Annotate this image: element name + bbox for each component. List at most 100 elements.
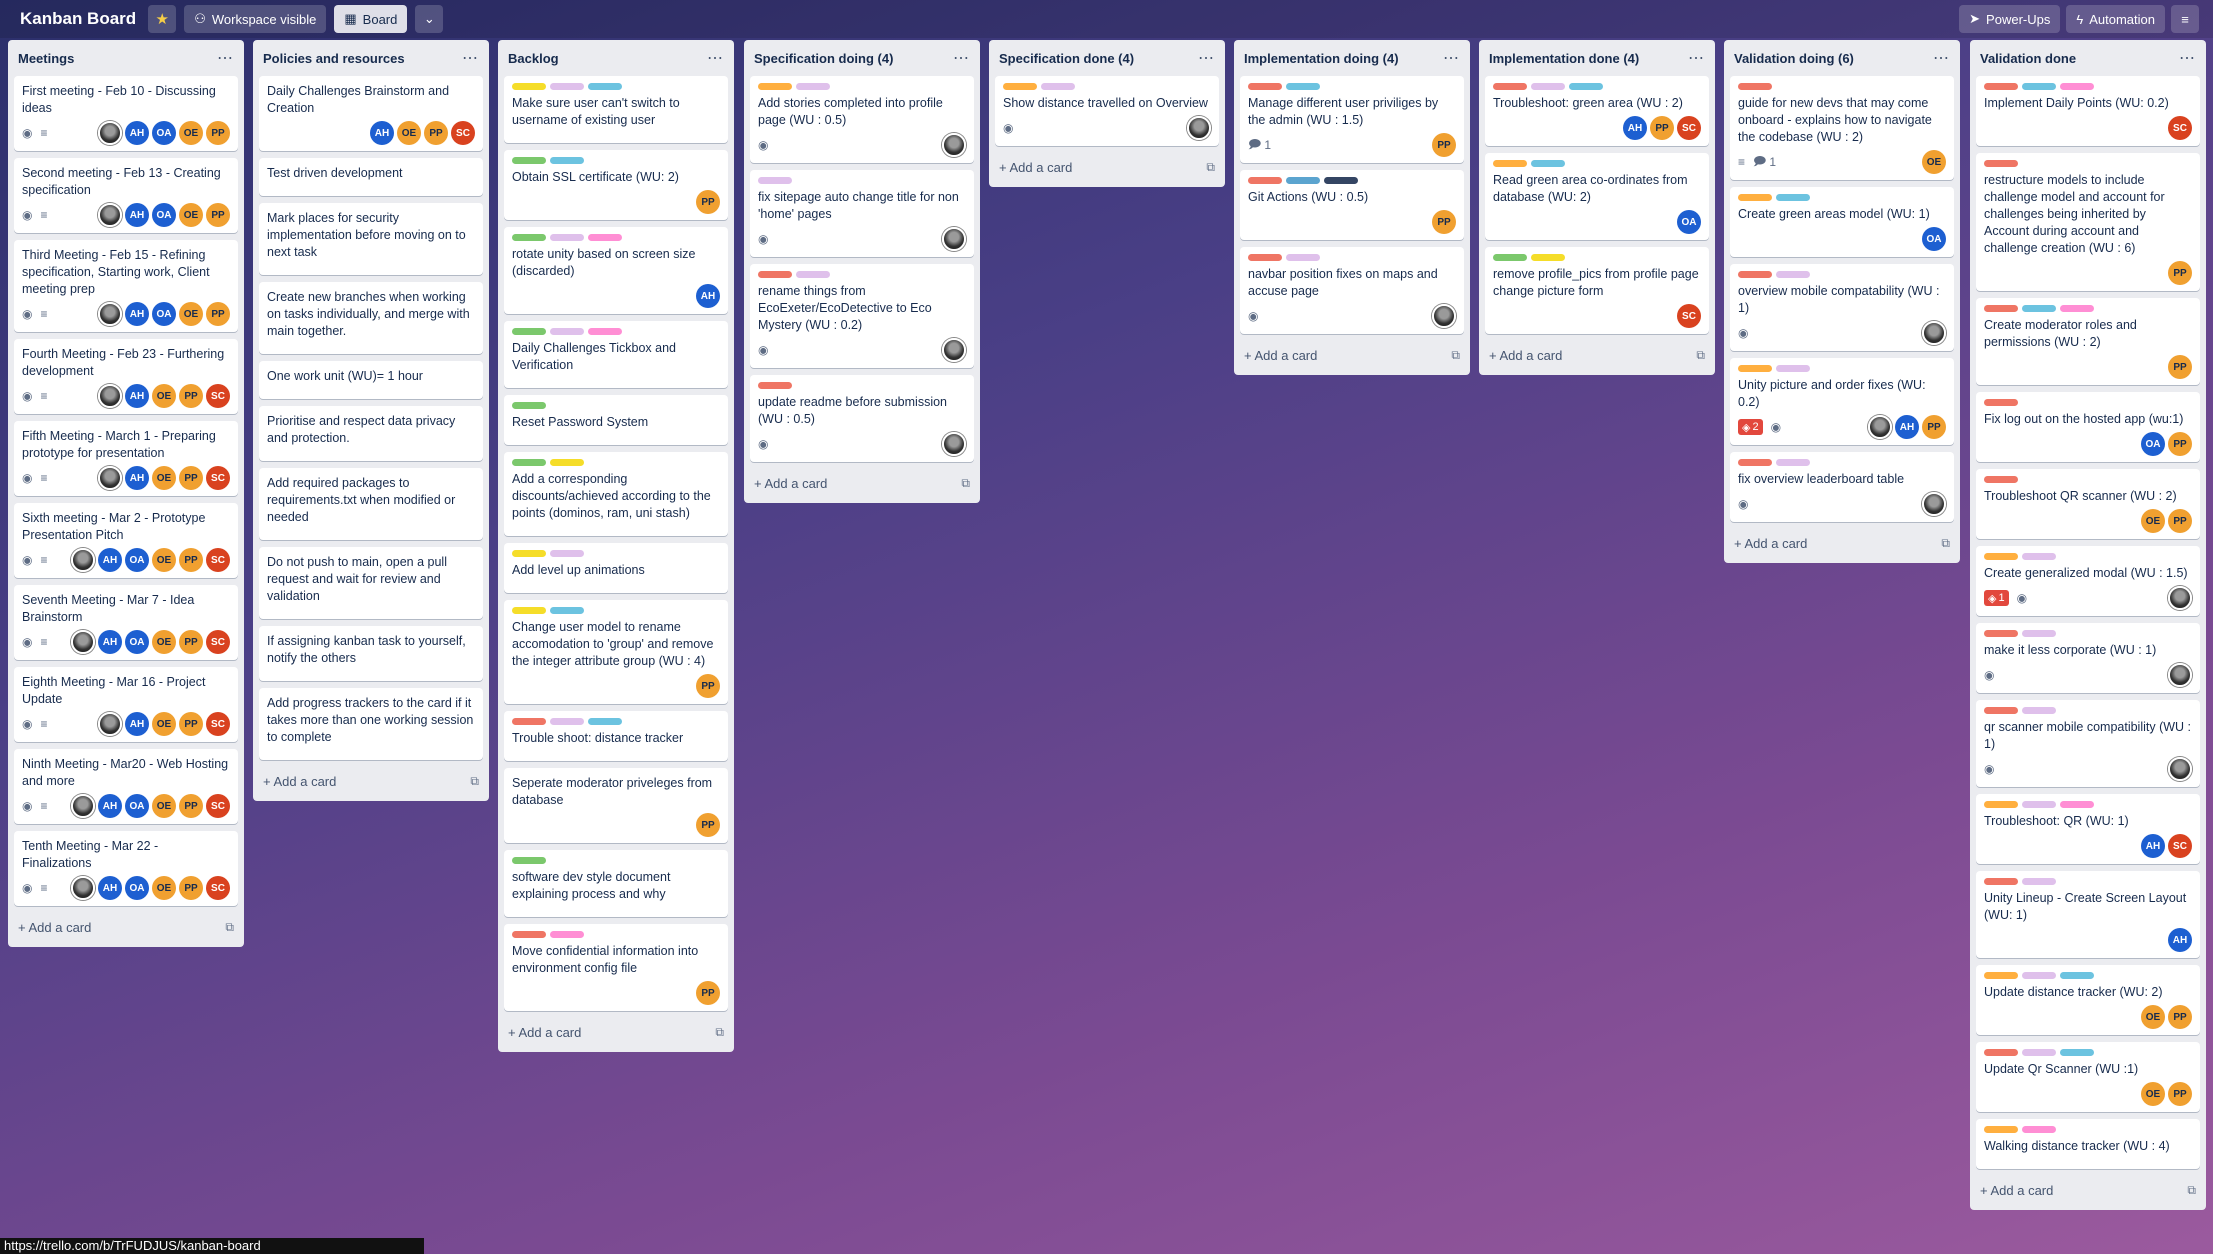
label-red[interactable] <box>1984 160 2018 167</box>
label-red[interactable] <box>1984 630 2018 637</box>
more-icon[interactable]: ⋯ <box>2179 48 2196 68</box>
member-avatar-ah[interactable]: AH <box>125 712 149 736</box>
kanban-card[interactable]: Create green areas model (WU: 1) OA <box>1730 187 1954 257</box>
label-orange[interactable] <box>1003 83 1037 90</box>
label-yellow[interactable] <box>512 550 546 557</box>
label-orange[interactable] <box>1984 801 2018 808</box>
kanban-card[interactable]: Sixth meeting - Mar 2 - Prototype Presen… <box>14 503 238 578</box>
kanban-card[interactable]: Update distance tracker (WU: 2) OE PP <box>1976 965 2200 1035</box>
label-sky[interactable] <box>2022 305 2056 312</box>
label-sky[interactable] <box>1286 83 1320 90</box>
label-red[interactable] <box>512 718 546 725</box>
member-avatar-oa[interactable]: OA <box>1922 227 1946 251</box>
member-avatar-photo[interactable] <box>71 548 95 572</box>
visibility-button[interactable]: ⚇ Workspace visible <box>184 5 327 33</box>
member-avatar-ah[interactable]: AH <box>2168 928 2192 952</box>
member-avatar-pp[interactable]: PP <box>2168 1005 2192 1029</box>
kanban-card[interactable]: Daily Challenges Brainstorm and Creation… <box>259 76 483 151</box>
kanban-card[interactable]: restructure models to include challenge … <box>1976 153 2200 291</box>
member-avatar-photo[interactable] <box>71 630 95 654</box>
member-avatar-ah[interactable]: AH <box>2141 834 2165 858</box>
label-red[interactable] <box>1984 1049 2018 1056</box>
member-avatar-pp[interactable]: PP <box>696 813 720 837</box>
member-avatar-pp[interactable]: PP <box>1922 415 1946 439</box>
member-avatar-oa[interactable]: OA <box>152 203 176 227</box>
template-icon[interactable]: ⧉ <box>1941 536 1950 551</box>
kanban-card[interactable]: Reset Password System <box>504 395 728 445</box>
more-icon[interactable]: ⋯ <box>217 48 234 68</box>
label-black[interactable] <box>1324 177 1358 184</box>
label-sky[interactable] <box>588 718 622 725</box>
label-red[interactable] <box>1738 459 1772 466</box>
list-title[interactable]: Meetings <box>18 51 74 66</box>
member-avatar-pp[interactable]: PP <box>1432 210 1456 234</box>
label-red[interactable] <box>1248 83 1282 90</box>
template-icon[interactable]: ⧉ <box>1696 348 1705 363</box>
member-avatar-oe[interactable]: OE <box>152 712 176 736</box>
label-purple[interactable] <box>1776 365 1810 372</box>
label-green[interactable] <box>512 459 546 466</box>
add-card-button[interactable]: + Add a card ⧉ <box>989 153 1225 181</box>
add-card-button[interactable]: + Add a card ⧉ <box>1724 529 1960 557</box>
kanban-card[interactable]: Mark places for security implementation … <box>259 203 483 275</box>
member-avatar-oe[interactable]: OE <box>1922 150 1946 174</box>
template-icon[interactable]: ⧉ <box>1206 160 1215 175</box>
more-icon[interactable]: ⋯ <box>1933 48 1950 68</box>
kanban-card[interactable]: Add progress trackers to the card if it … <box>259 688 483 760</box>
member-avatar-sc[interactable]: SC <box>206 548 230 572</box>
kanban-card[interactable]: Fourth Meeting - Feb 23 - Furthering dev… <box>14 339 238 414</box>
member-avatar-pp[interactable]: PP <box>2168 1082 2192 1106</box>
label-red[interactable] <box>1984 83 2018 90</box>
label-pink[interactable] <box>588 328 622 335</box>
label-orange[interactable] <box>1984 1126 2018 1133</box>
member-avatar-pp[interactable]: PP <box>2168 261 2192 285</box>
label-purple[interactable] <box>550 550 584 557</box>
kanban-card[interactable]: navbar position fixes on maps and accuse… <box>1240 247 1464 334</box>
member-avatar-photo[interactable] <box>71 794 95 818</box>
kanban-card[interactable]: Daily Challenges Tickbox and Verificatio… <box>504 321 728 388</box>
member-avatar-oe[interactable]: OE <box>397 121 421 145</box>
member-avatar-oa[interactable]: OA <box>152 121 176 145</box>
member-avatar-pp[interactable]: PP <box>1650 116 1674 140</box>
more-icon[interactable]: ⋯ <box>953 48 970 68</box>
kanban-card[interactable]: Ninth Meeting - Mar20 - Web Hosting and … <box>14 749 238 824</box>
label-sky[interactable] <box>588 83 622 90</box>
kanban-card[interactable]: Show distance travelled on Overview ◉ <box>995 76 1219 146</box>
kanban-card[interactable]: rotate unity based on screen size (disca… <box>504 227 728 314</box>
member-avatar-pp[interactable]: PP <box>696 190 720 214</box>
label-red[interactable] <box>1984 878 2018 885</box>
kanban-card[interactable]: Eighth Meeting - Mar 16 - Project Update… <box>14 667 238 742</box>
member-avatar-pp[interactable]: PP <box>696 674 720 698</box>
member-avatar-ah[interactable]: AH <box>98 794 122 818</box>
label-red[interactable] <box>512 931 546 938</box>
member-avatar-oe[interactable]: OE <box>152 876 176 900</box>
label-green[interactable] <box>512 234 546 241</box>
member-avatar-photo[interactable] <box>1187 116 1211 140</box>
member-avatar-pp[interactable]: PP <box>424 121 448 145</box>
more-icon[interactable]: ⋯ <box>707 48 724 68</box>
label-sky[interactable] <box>2022 83 2056 90</box>
member-avatar-oe[interactable]: OE <box>179 302 203 326</box>
label-yellow[interactable] <box>1531 254 1565 261</box>
member-avatar-oe[interactable]: OE <box>2141 509 2165 533</box>
add-card-button[interactable]: + Add a card ⧉ <box>1234 341 1470 369</box>
kanban-card[interactable]: make it less corporate (WU : 1) ◉ <box>1976 623 2200 693</box>
member-avatar-oa[interactable]: OA <box>125 548 149 572</box>
automation-button[interactable]: ϟ Automation <box>2066 5 2165 33</box>
kanban-card[interactable]: First meeting - Feb 10 - Discussing idea… <box>14 76 238 151</box>
label-purple[interactable] <box>2022 1049 2056 1056</box>
label-red[interactable] <box>1248 177 1282 184</box>
more-icon[interactable]: ⋯ <box>1443 48 1460 68</box>
label-purple[interactable] <box>1041 83 1075 90</box>
member-avatar-photo[interactable] <box>71 876 95 900</box>
member-avatar-pp[interactable]: PP <box>179 384 203 408</box>
list-title[interactable]: Validation doing (6) <box>1734 51 1854 66</box>
add-card-button[interactable]: + Add a card ⧉ <box>1479 341 1715 369</box>
kanban-card[interactable]: qr scanner mobile compatibility (WU : 1)… <box>1976 700 2200 787</box>
kanban-card[interactable]: Do not push to main, open a pull request… <box>259 547 483 619</box>
kanban-card[interactable]: Add a corresponding discounts/achieved a… <box>504 452 728 536</box>
member-avatar-oa[interactable]: OA <box>2141 432 2165 456</box>
member-avatar-sc[interactable]: SC <box>206 384 230 408</box>
label-sky[interactable] <box>1776 194 1810 201</box>
list-title[interactable]: Specification done (4) <box>999 51 1134 66</box>
